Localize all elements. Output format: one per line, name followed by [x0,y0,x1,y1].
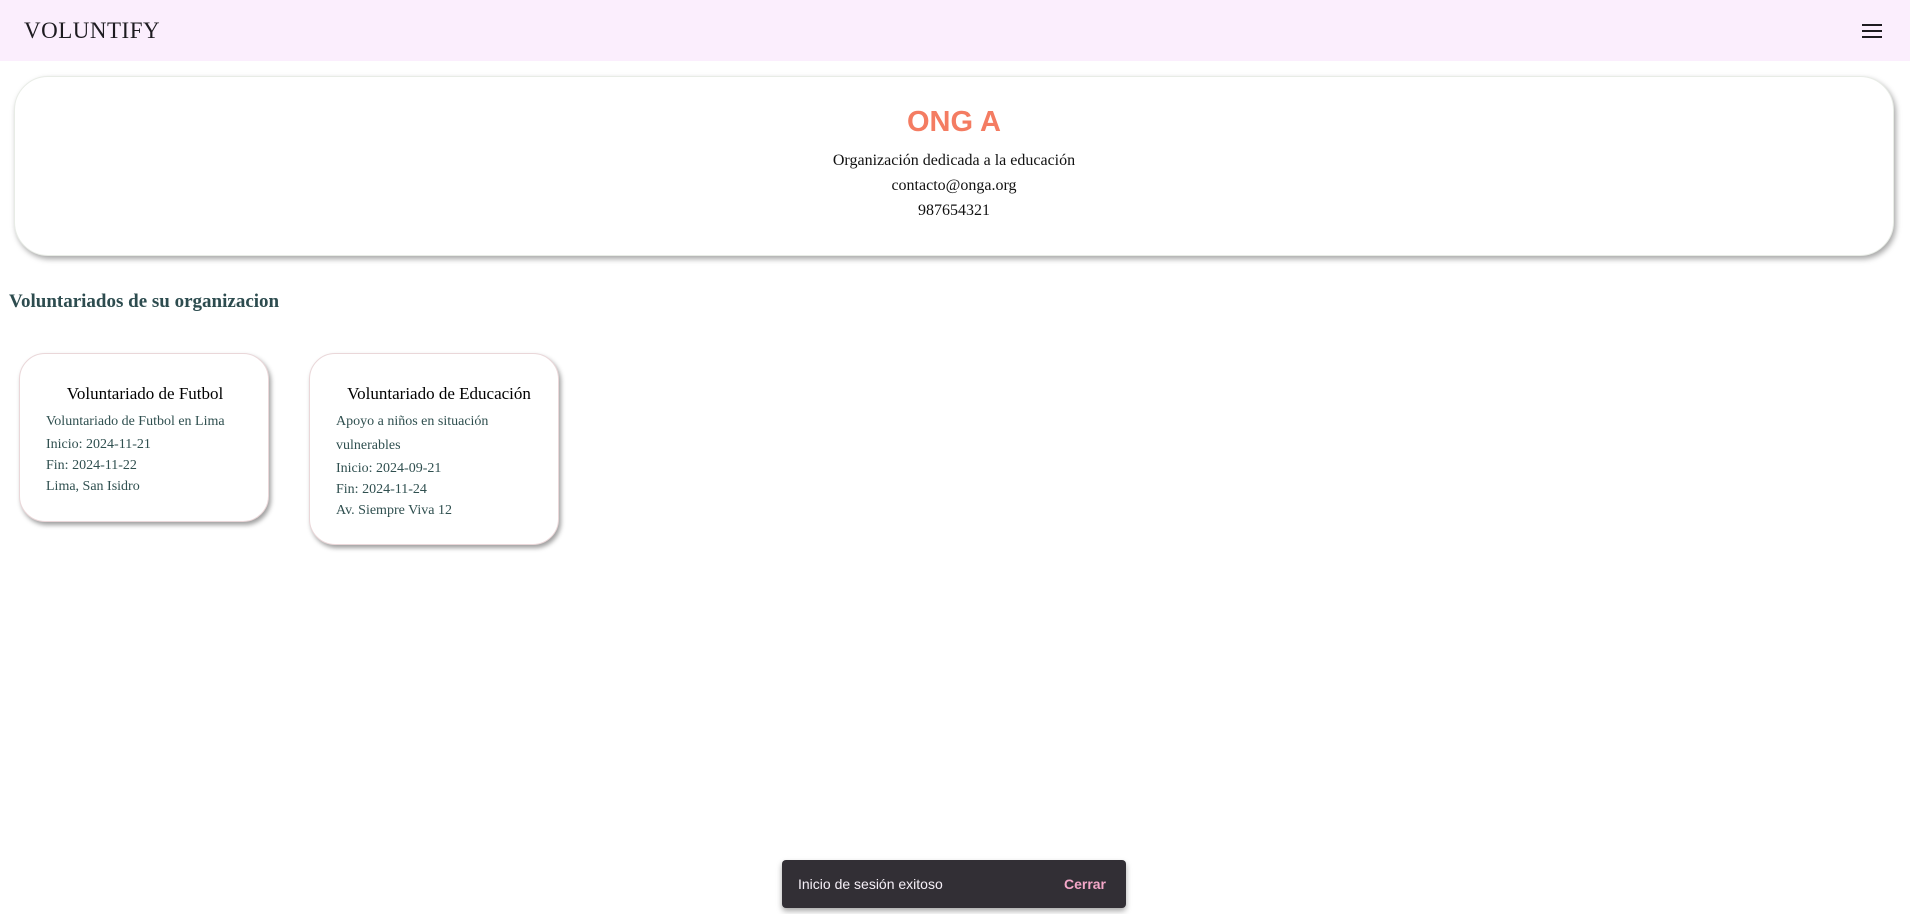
volunteering-end-date: Fin: 2024-11-24 [336,482,427,497]
snackbar-message: Inicio de sesión exitoso [798,876,943,892]
volunteering-end-date: Fin: 2024-11-22 [46,458,137,473]
menu-button[interactable] [1852,11,1892,51]
top-toolbar: VOLUNTIFY [0,0,1910,61]
snackbar: Inicio de sesión exitoso Cerrar [782,860,1126,908]
menu-icon [1862,23,1882,38]
volunteering-location: Av. Siempre Viva 12 [336,503,452,518]
volunteering-card-futbol[interactable]: Voluntariado de Futbol Voluntariado de F… [19,353,269,522]
organization-email: contacto@onga.org [891,177,1017,194]
snackbar-close-button[interactable]: Cerrar [1060,870,1110,898]
volunteering-card-educacion[interactable]: Voluntariado de Educación Apoyo a niños … [309,353,559,545]
volunteering-start-date: Inicio: 2024-11-21 [46,437,151,452]
section-title: Voluntariados de su organizacion [9,291,280,312]
volunteering-start-date: Inicio: 2024-09-21 [336,461,442,476]
organization-card: ONG A Organización dedicada a la educaci… [14,76,1894,256]
organization-phone: 987654321 [918,202,990,219]
volunteering-description: Voluntariado de Futbol en Lima [46,414,225,429]
volunteering-title: Voluntariado de Futbol [66,384,224,403]
organization-description: Organización dedicada a la educación [832,152,1076,169]
app-title: VOLUNTIFY [24,17,161,43]
volunteering-description: Apoyo a niños en situación vulnerables [336,414,489,453]
volunteering-location: Lima, San Isidro [46,479,140,494]
volunteering-title: Voluntariado de Educación [347,384,531,403]
organization-name: ONG A [907,106,1001,138]
